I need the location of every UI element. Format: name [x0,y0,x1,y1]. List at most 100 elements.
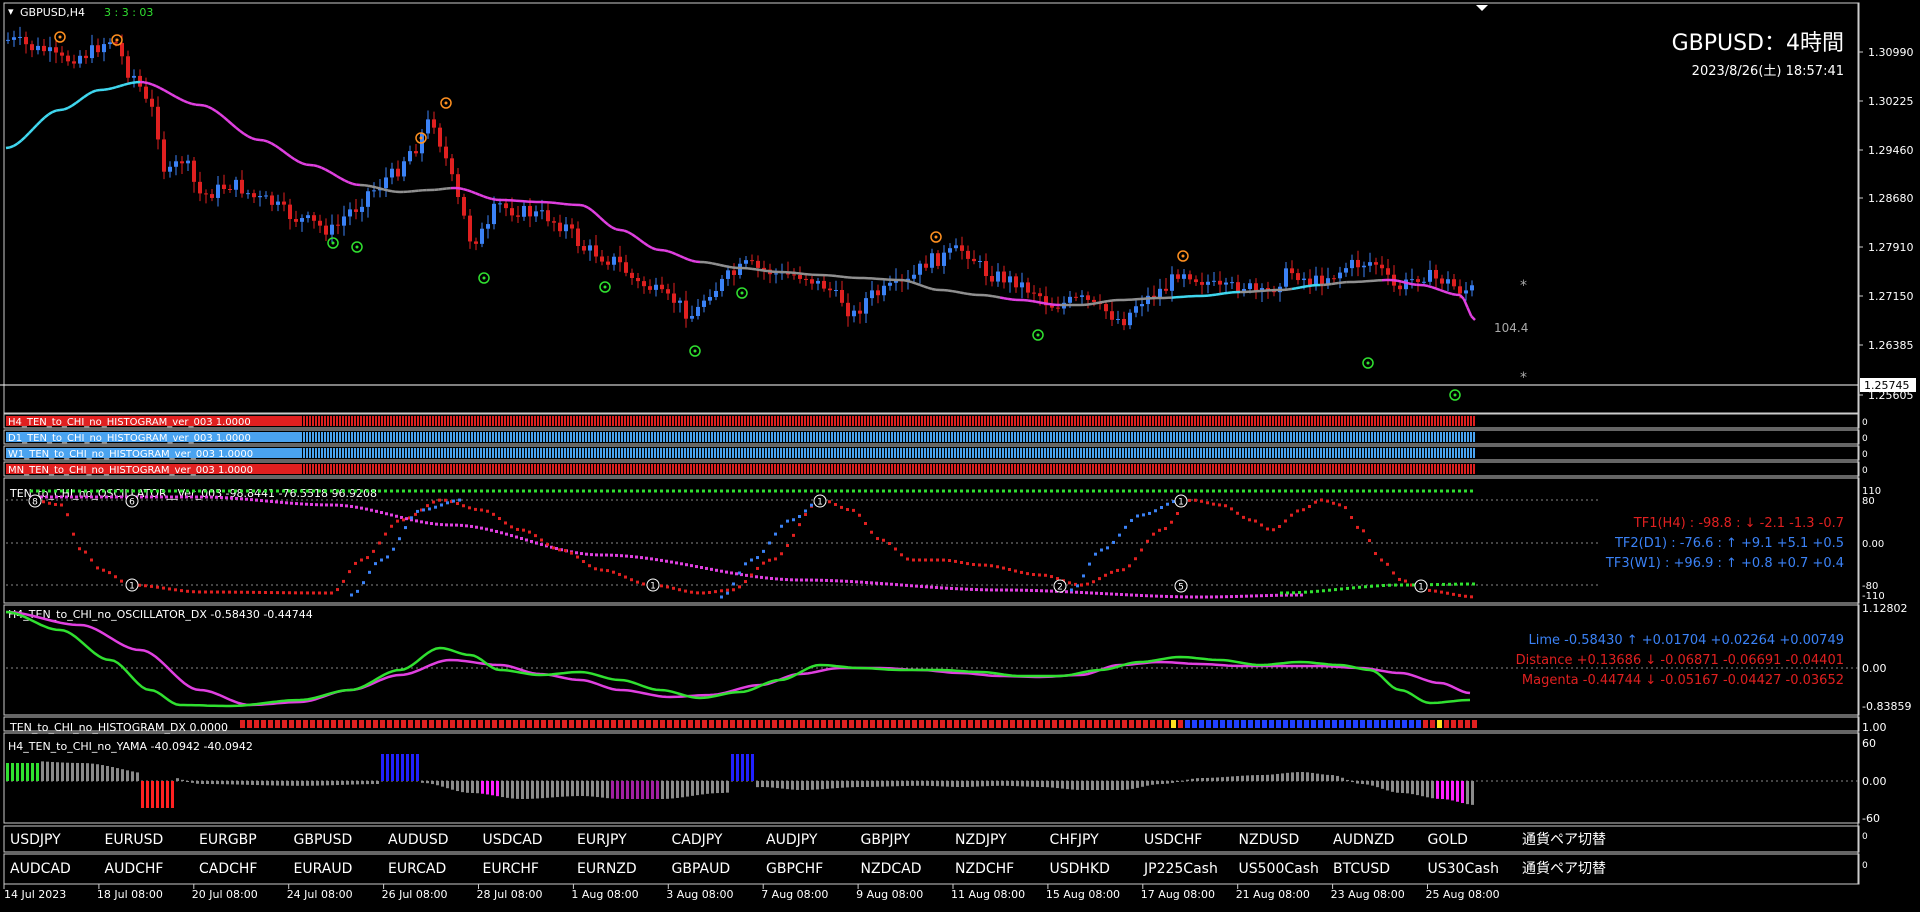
moving-average-segment [104,89,108,90]
yama-bar [1326,775,1329,781]
candle-body [594,245,598,256]
histogram-cell [666,432,668,442]
histogram-cell [954,432,956,442]
histogram-cell [987,416,989,426]
symbol-button-eurchf[interactable]: EURCHF [483,861,539,877]
histogram-dx-cell [401,720,406,728]
histogram-cell [1287,464,1289,474]
moving-average-segment [1394,280,1398,281]
symbol-button-audchf[interactable]: AUDCHF [105,861,164,877]
symbol-button-gbpjpy[interactable]: GBPJPY [861,832,911,848]
histogram-cell [1356,432,1358,442]
histogram-cell [684,416,686,426]
osc-w1-dot [1100,592,1103,595]
candle-body [1026,282,1030,292]
osc-h4-dot [456,502,459,505]
candle-body [756,261,760,268]
symbol-button-通貨ペア切替[interactable]: 通貨ペア切替 [1522,860,1606,877]
histogram-cell [810,432,812,442]
symbol-button-nzdcad[interactable]: NZDCAD [861,861,922,877]
symbol-button-usdjpy[interactable]: USDJPY [10,832,61,848]
symbol-button-jp225cash[interactable]: JP225Cash [1143,861,1218,877]
yama-bar [1226,777,1229,781]
histogram-cell [894,432,896,442]
symbol-button-eurcad[interactable]: EURCAD [388,861,446,877]
histogram-cell [525,432,527,442]
histogram-cell [1038,432,1040,442]
yama-bar [491,781,494,795]
osc-w1-dot [895,583,898,586]
symbol-switch-row-1[interactable]: USDJPY EURUSD EURGBP GBPUSD AUDUSD USDCAD EURJ… [10,831,1868,848]
histogram-cell [771,448,773,458]
symbol-button-eurgbp[interactable]: EURGBP [199,832,257,848]
histogram-cell [1209,416,1211,426]
osc-h4-dot [702,591,705,594]
symbol-button-nzdusd[interactable]: NZDUSD [1239,832,1300,848]
symbol-button-gbpchf[interactable]: GBPCHF [766,861,823,877]
symbol-button-nzdjpy[interactable]: NZDJPY [955,832,1007,848]
osc-top-dot [1440,490,1443,493]
symbol-button-cadchf[interactable]: CADCHF [199,861,258,877]
symbol-button-us30cash[interactable]: US30Cash [1428,861,1499,877]
histogram-cell [597,432,599,442]
symbol-button-gold[interactable]: GOLD [1428,832,1468,848]
yama-bar [1471,781,1474,805]
histogram-cell [1284,448,1286,458]
histogram-cell [855,448,857,458]
chart-window[interactable]: ▾ GBPUSD,H4 3 : 3 : 03 GBPUSD：4時間 2023/8… [0,0,1920,908]
histogram-cell [483,432,485,442]
collapse-arrow-icon[interactable]: ▾ [8,5,14,18]
histogram-cell [705,432,707,442]
symbol-button-eurjpy[interactable]: EURJPY [577,832,627,848]
symbol-button-gbpusd[interactable]: GBPUSD [294,832,353,848]
histogram-cell [1419,416,1421,426]
histogram-cell [1128,432,1130,442]
histogram-cell [1152,432,1154,442]
symbol-button-eurusd[interactable]: EURUSD [105,832,164,848]
histogram-cell [906,416,908,426]
symbol-button-audcad[interactable]: AUDCAD [10,861,71,877]
symbol-button-audjpy[interactable]: AUDJPY [766,832,818,848]
moving-average-segment [1036,302,1040,303]
symbol-button-cadjpy[interactable]: CADJPY [672,832,723,848]
symbol-switch-row-2[interactable]: AUDCAD AUDCHF CADCHF EURAUD EURCAD EURCHF EURN… [10,860,1868,877]
oscillator-dx-label: H4_TEN_to_CHI_no_OSCILLATOR_DX -0.58430 … [8,608,313,621]
yama-bar [656,781,659,799]
symbol-button-gbpaud[interactable]: GBPAUD [672,861,731,877]
histogram-cell [843,416,845,426]
symbol-button-audnzd[interactable]: AUDNZD [1333,832,1394,848]
histogram-dx-cell [422,720,427,728]
main-price-panel[interactable]: ▾ GBPUSD,H4 3 : 3 : 03 GBPUSD：4時間 2023/8… [0,5,1916,402]
osc-top-dot [186,490,189,493]
histogram-cell [738,464,740,474]
shift-marker-icon[interactable] [1476,5,1488,11]
histogram-cell [342,464,344,474]
symbol-button-chfjpy[interactable]: CHFJPY [1050,832,1100,848]
histogram-dx-cell [296,720,301,728]
histogram-cell [879,448,881,458]
symbol-button-btcusd[interactable]: BTCUSD [1333,861,1390,877]
symbol-button-usdhkd[interactable]: USDHKD [1050,861,1110,877]
osc-top-dot [360,490,363,493]
histogram-cell [657,432,659,442]
histogram-cell [1236,416,1238,426]
histogram-cell [420,416,422,426]
yama-bar [211,781,214,784]
moving-average-segment [1044,303,1048,304]
symbol-button-us500cash[interactable]: US500Cash [1239,861,1319,877]
symbol-button-audusd[interactable]: AUDUSD [388,832,449,848]
symbol-button-eurnzd[interactable]: EURNZD [577,861,637,877]
symbol-button-通貨ペア切替[interactable]: 通貨ペア切替 [1522,831,1606,848]
yama-bar [486,781,489,794]
symbol-button-usdcad[interactable]: USDCAD [483,832,543,848]
yama-bar [1006,781,1009,786]
osc-h4-dot [732,588,735,591]
symbol-button-euraud[interactable]: EURAUD [294,861,353,877]
histogram-cell [966,464,968,474]
histogram-tick: 0 [1862,434,1868,444]
symbol-button-usdchf[interactable]: USDCHF [1144,832,1202,848]
symbol-button-nzdchf[interactable]: NZDCHF [955,861,1014,877]
yama-bar [1276,774,1279,781]
histogram-cell [1077,448,1079,458]
osc-top-dot [264,490,267,493]
